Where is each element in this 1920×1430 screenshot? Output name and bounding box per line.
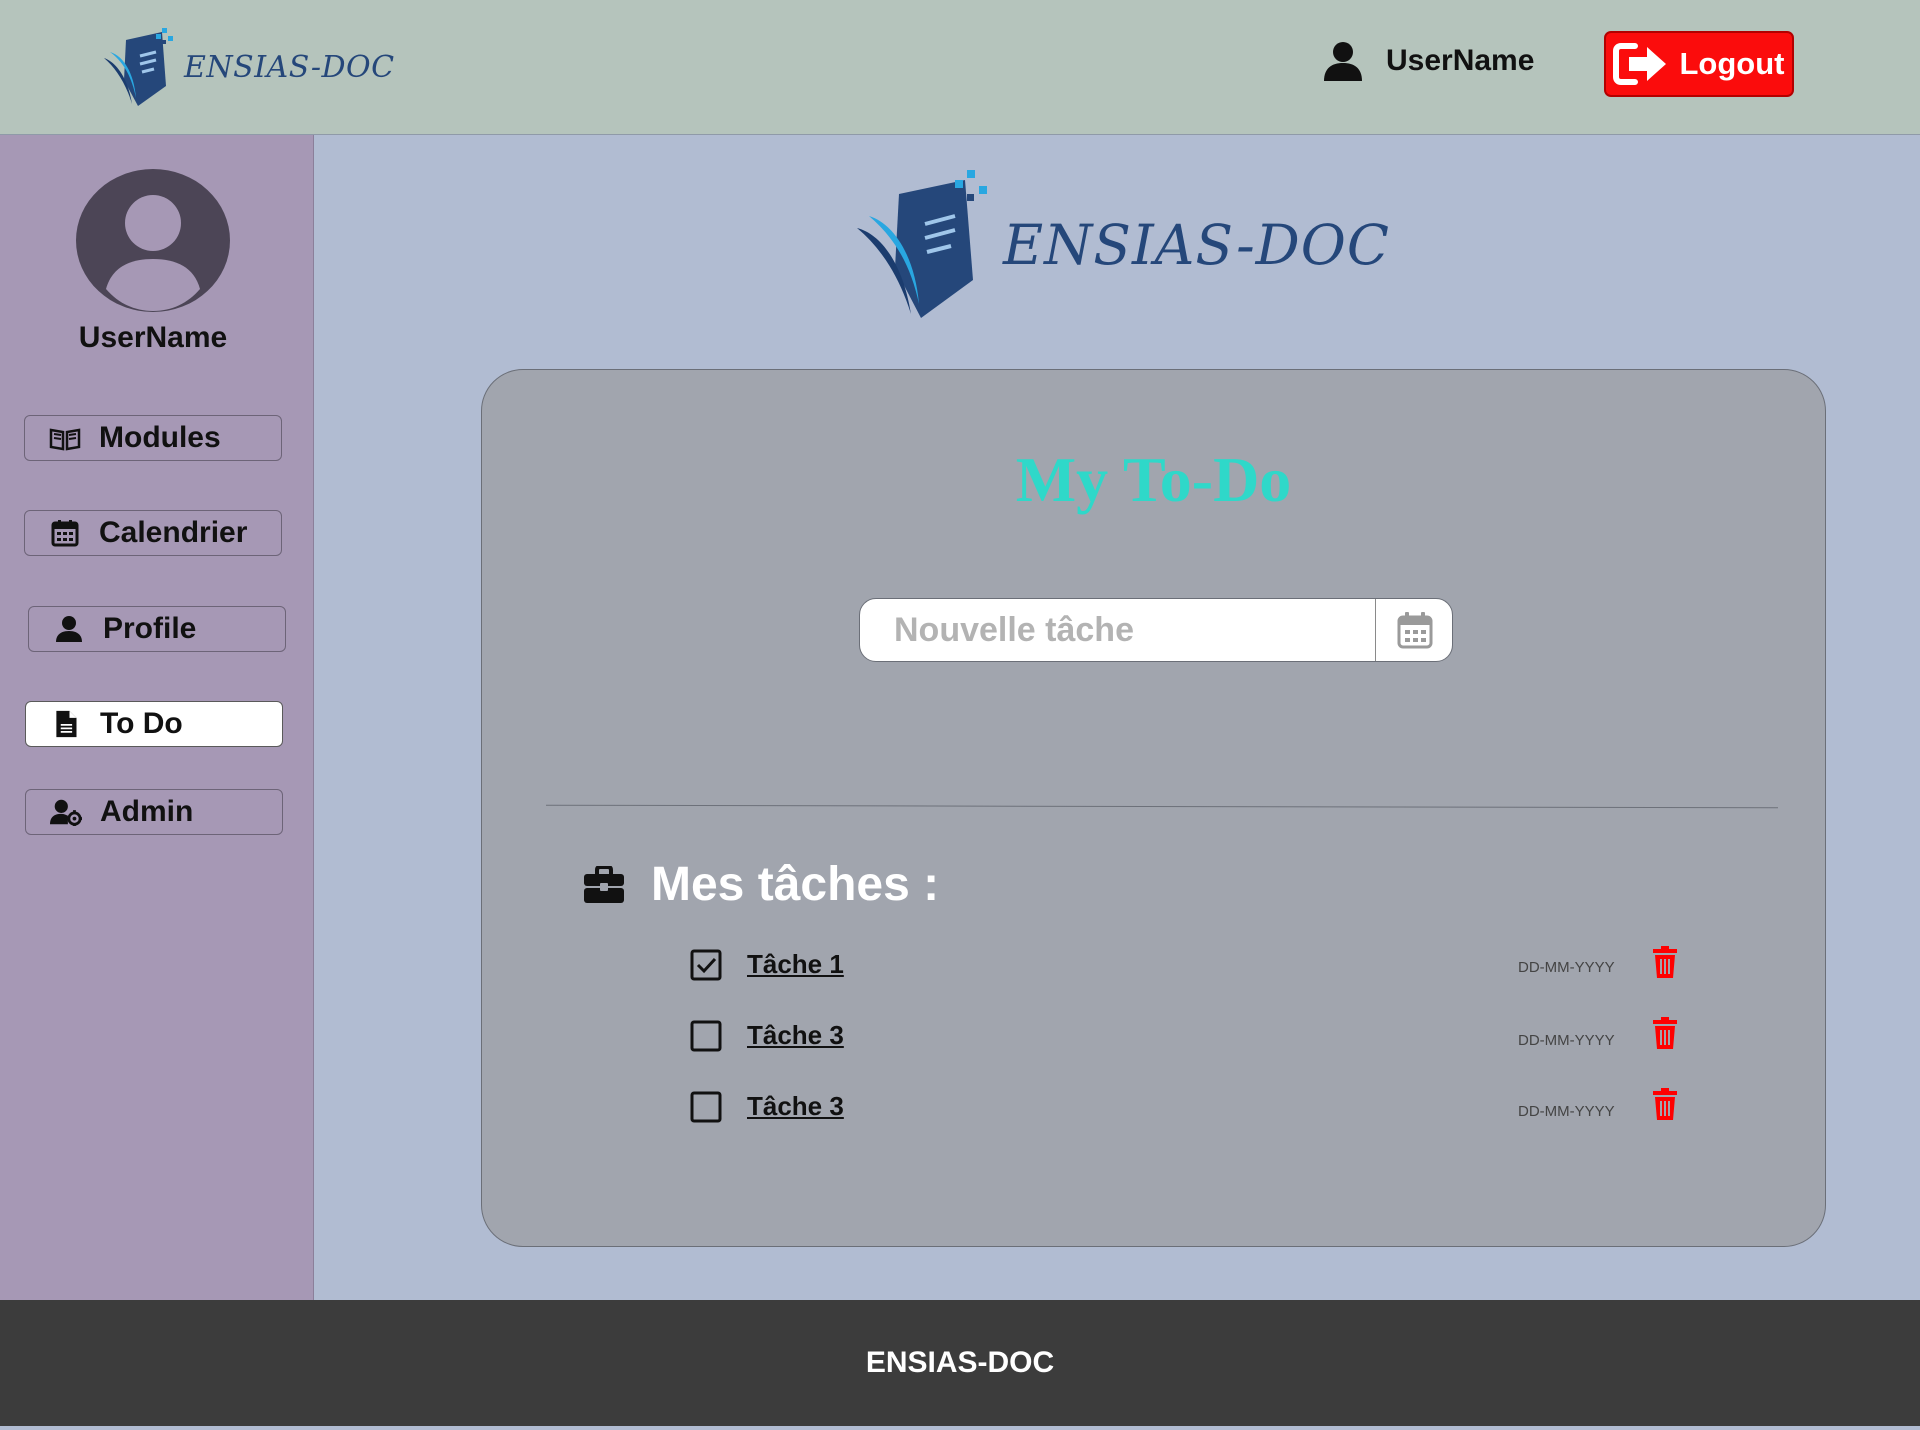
sidebar-item-todo[interactable]: To Do <box>25 701 283 747</box>
date-picker-button[interactable] <box>1375 599 1452 661</box>
checkbox-icon[interactable] <box>690 1091 722 1123</box>
sidebar-item-calendrier[interactable]: Calendrier <box>24 510 282 556</box>
footer-text: ENSIAS-DOC <box>865 1346 1055 1379</box>
sidebar-item-label: Profile <box>103 612 197 645</box>
ensias-doc-logo-icon <box>104 28 173 106</box>
logout-button[interactable]: Logout <box>1604 31 1794 97</box>
trash-icon[interactable] <box>1652 945 1678 979</box>
sidebar: UserName Modules Calendrier Profile To D… <box>0 135 314 1300</box>
main-logo: ENSIAS-DOC <box>855 168 1390 322</box>
task-date: DD-MM-YYYY <box>1518 959 1615 976</box>
sidebar-item-label: Modules <box>99 421 221 454</box>
user-icon <box>56 616 82 642</box>
sidebar-item-admin[interactable]: Admin <box>25 789 283 835</box>
sidebar-username: UserName <box>78 321 228 354</box>
top-header: ENSIAS-DOC UserName Logout <box>0 0 1920 135</box>
calendar-icon <box>1397 612 1432 649</box>
main-brand-text: ENSIAS-DOC <box>1003 213 1390 277</box>
new-task-form <box>859 598 1453 662</box>
new-task-input[interactable] <box>860 599 1375 661</box>
ensias-doc-logo-icon <box>857 170 987 318</box>
header-user[interactable]: UserName <box>1322 40 1534 82</box>
tasks-header-label: Mes tâches : <box>651 858 940 911</box>
sidebar-item-label: To Do <box>100 707 183 740</box>
book-open-icon <box>49 428 81 451</box>
trash-icon[interactable] <box>1652 1087 1678 1121</box>
calendar-icon <box>51 520 79 547</box>
header-username: UserName <box>1386 44 1535 77</box>
todo-card: My To-Do Mes tâches : Tâc <box>481 369 1826 1247</box>
sidebar-item-label: Calendrier <box>99 516 248 549</box>
divider <box>546 804 1778 809</box>
file-icon <box>56 710 77 738</box>
header-brand-text: ENSIAS-DOC <box>184 49 395 85</box>
task-row: Tâche 3 DD-MM-YYYY <box>690 1087 1730 1129</box>
page-title: My To-Do <box>1015 444 1292 515</box>
checkbox-icon[interactable] <box>690 1020 722 1052</box>
task-label[interactable]: Tâche 1 <box>747 949 844 980</box>
logout-label: Logout <box>1679 46 1785 81</box>
task-row: Tâche 1 DD-MM-YYYY <box>690 945 1730 987</box>
briefcase-icon <box>584 865 624 903</box>
sidebar-item-label: Admin <box>100 795 194 828</box>
footer: ENSIAS-DOC <box>0 1300 1920 1426</box>
trash-icon[interactable] <box>1652 1016 1678 1050</box>
user-gear-icon <box>50 799 82 826</box>
tasks-header: Mes tâches : <box>583 857 939 912</box>
task-date: DD-MM-YYYY <box>1518 1103 1615 1120</box>
task-label[interactable]: Tâche 3 <box>747 1091 844 1122</box>
sidebar-item-modules[interactable]: Modules <box>24 415 282 461</box>
checkbox-checked-icon[interactable] <box>690 949 722 981</box>
task-row: Tâche 3 DD-MM-YYYY <box>690 1016 1730 1058</box>
header-logo[interactable]: ENSIAS-DOC <box>102 26 395 108</box>
task-label[interactable]: Tâche 3 <box>747 1020 844 1051</box>
task-date: DD-MM-YYYY <box>1518 1032 1615 1049</box>
user-icon <box>1324 42 1362 81</box>
sign-out-icon <box>1613 43 1667 85</box>
avatar-icon <box>76 169 230 312</box>
sidebar-item-profile[interactable]: Profile <box>28 606 286 652</box>
